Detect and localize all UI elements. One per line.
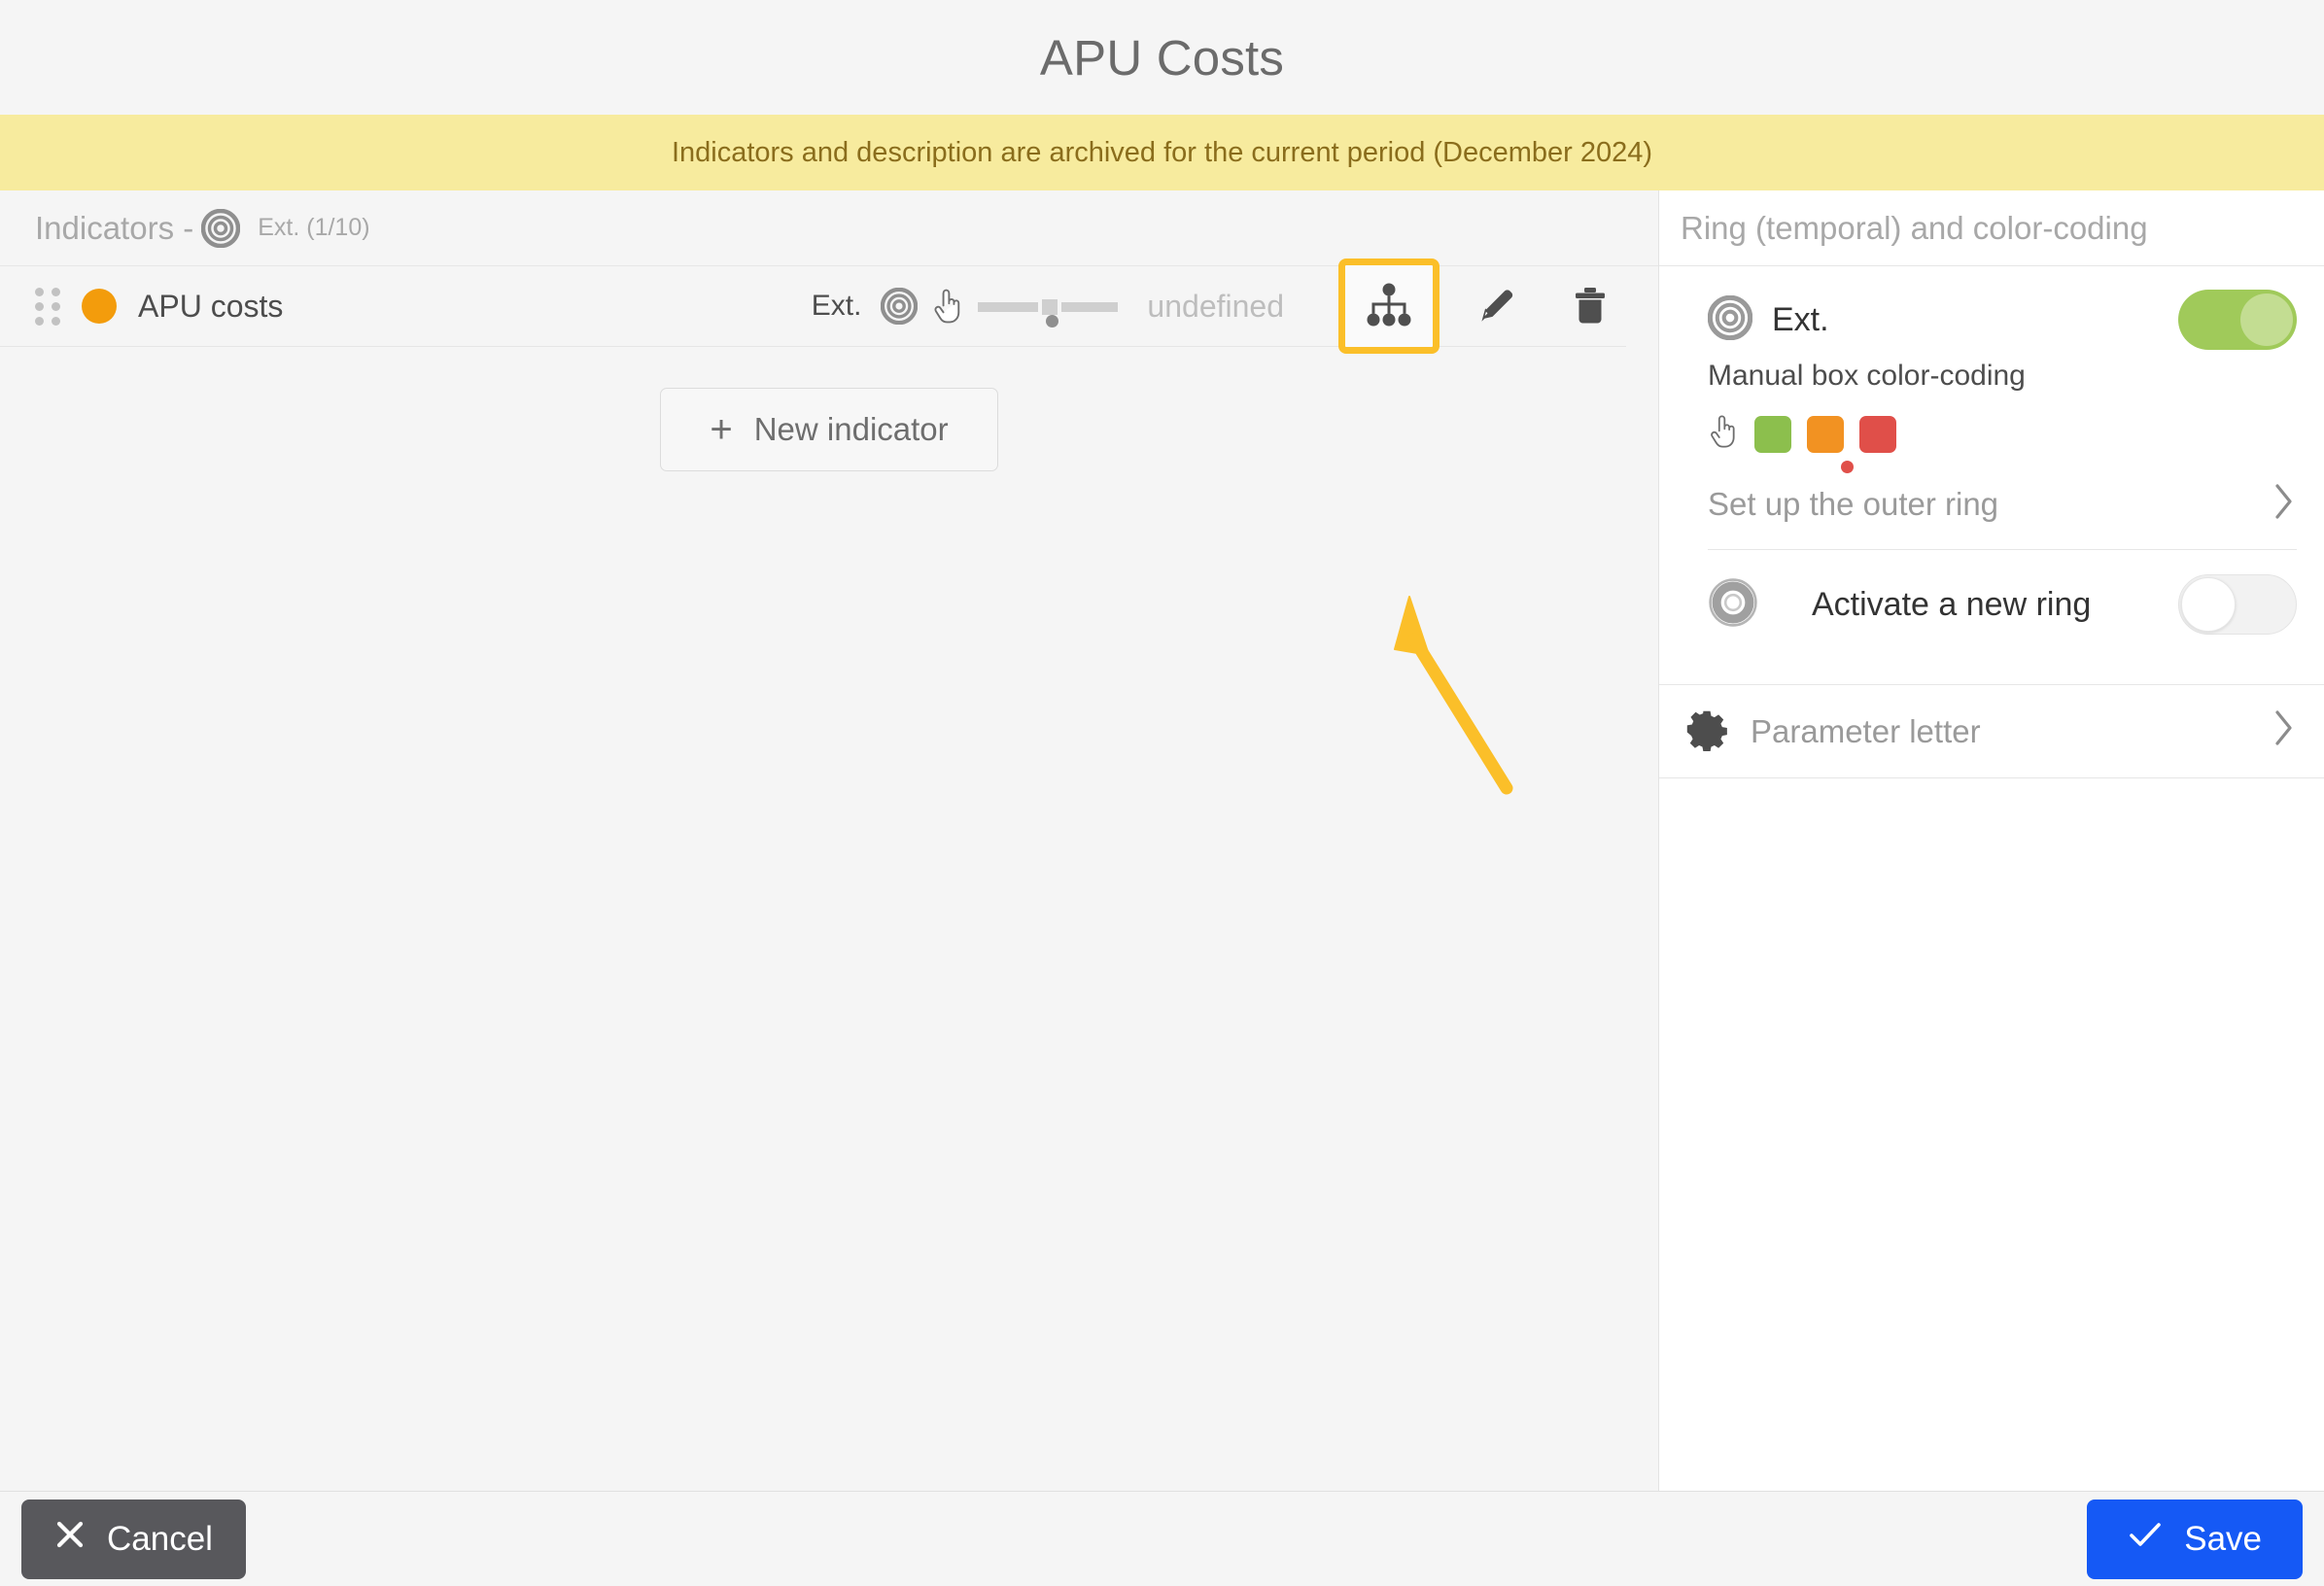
activate-new-ring-row: Activate a new ring	[1659, 550, 2324, 659]
save-label: Save	[2184, 1519, 2262, 1558]
main-body: Indicators - Ext. (1/10) APU costs Ext. …	[0, 190, 2324, 1491]
cancel-label: Cancel	[107, 1519, 213, 1558]
indicators-panel: Indicators - Ext. (1/10) APU costs Ext. …	[0, 190, 1659, 1491]
gear-icon	[1684, 707, 1729, 756]
orange-swatch[interactable]	[1807, 415, 1844, 453]
footer-bar: Cancel Save	[0, 1491, 2324, 1586]
indicator-color-dot[interactable]	[82, 289, 117, 324]
close-icon	[54, 1519, 86, 1559]
gauge-bar-icon	[978, 292, 1119, 328]
app-root: APU Costs Indicators and description are…	[0, 0, 2324, 1586]
indicators-header: Indicators - Ext. (1/10)	[0, 190, 1658, 266]
target-ring-icon	[881, 287, 919, 326]
manual-color-coding-label: Manual box color-coding	[1708, 360, 2026, 392]
target-ring-icon	[200, 208, 241, 248]
target-ring-icon	[1707, 294, 1753, 345]
ring-settings-title: Ring (temporal) and color-coding	[1681, 209, 2148, 246]
chevron-right-icon	[2272, 480, 2297, 530]
archive-banner-text: Indicators and description are archived …	[671, 136, 1653, 168]
toggle-knob	[2240, 293, 2293, 346]
drag-handle-icon[interactable]	[35, 287, 60, 326]
green-swatch[interactable]	[1754, 415, 1791, 453]
pencil-icon	[1474, 283, 1519, 330]
archive-banner: Indicators and description are archived …	[0, 115, 2324, 190]
indicator-meta: Ext. undefined	[811, 287, 1284, 328]
red-swatch[interactable]	[1859, 415, 1896, 453]
parameter-letter-row[interactable]: Parameter letter	[1659, 685, 2324, 778]
hierarchy-button[interactable]	[1338, 259, 1439, 354]
activate-new-ring-label: Activate a new ring	[1812, 585, 2092, 623]
setup-outer-ring-row[interactable]: Set up the outer ring	[1659, 460, 2324, 549]
plus-icon: +	[710, 408, 733, 451]
hierarchy-icon	[1366, 283, 1412, 330]
pointing-hand-icon	[931, 288, 964, 325]
ring-label: Ext.	[1772, 300, 1829, 338]
indicators-header-label: Indicators -	[35, 209, 194, 246]
ring-settings-header: Ring (temporal) and color-coding	[1659, 190, 2324, 266]
row-actions	[1338, 259, 1626, 354]
parameter-letter-label: Parameter letter	[1751, 712, 1981, 749]
ring-section: Ext. Manual box color-coding Set up the …	[1659, 266, 2324, 685]
chevron-right-icon	[2272, 707, 2297, 756]
setup-outer-ring-label: Set up the outer ring	[1708, 486, 1999, 522]
page-header: APU Costs	[0, 0, 2324, 115]
donut-ring-icon	[1708, 577, 1758, 633]
color-swatch-row	[1659, 393, 2324, 473]
selected-swatch-indicator	[1841, 461, 1854, 473]
pointing-hand-icon	[1708, 414, 1739, 454]
page-title: APU Costs	[1039, 29, 1285, 86]
cancel-button[interactable]: Cancel	[21, 1499, 246, 1579]
indicator-ring-label: Ext.	[811, 290, 862, 322]
trash-icon	[1569, 283, 1612, 330]
indicators-header-count: Ext. (1/10)	[258, 214, 370, 241]
edit-button[interactable]	[1461, 270, 1533, 342]
indicator-name: APU costs	[138, 288, 284, 324]
new-indicator-wrap: + New indicator	[0, 347, 1658, 471]
activate-new-ring-toggle[interactable]	[2178, 574, 2297, 635]
toggle-knob	[2181, 577, 2236, 632]
indicator-value: undefined	[1147, 288, 1284, 324]
new-indicator-label: New indicator	[753, 411, 949, 447]
ring-settings-panel: Ring (temporal) and color-coding Ext. Ma…	[1659, 190, 2324, 1491]
save-button[interactable]: Save	[2087, 1499, 2303, 1579]
delete-button[interactable]	[1554, 270, 1626, 342]
new-indicator-button[interactable]: + New indicator	[660, 388, 998, 471]
ring-toggle-row: Ext.	[1659, 290, 2324, 350]
table-row[interactable]: APU costs Ext. undefined	[0, 259, 1626, 354]
ring-block: Ext. Manual box color-coding Set up the …	[1659, 266, 2324, 684]
check-icon	[2128, 1519, 2163, 1559]
arrow-pointer-annotation	[1394, 596, 1513, 795]
ring-enable-toggle[interactable]	[2178, 290, 2297, 350]
